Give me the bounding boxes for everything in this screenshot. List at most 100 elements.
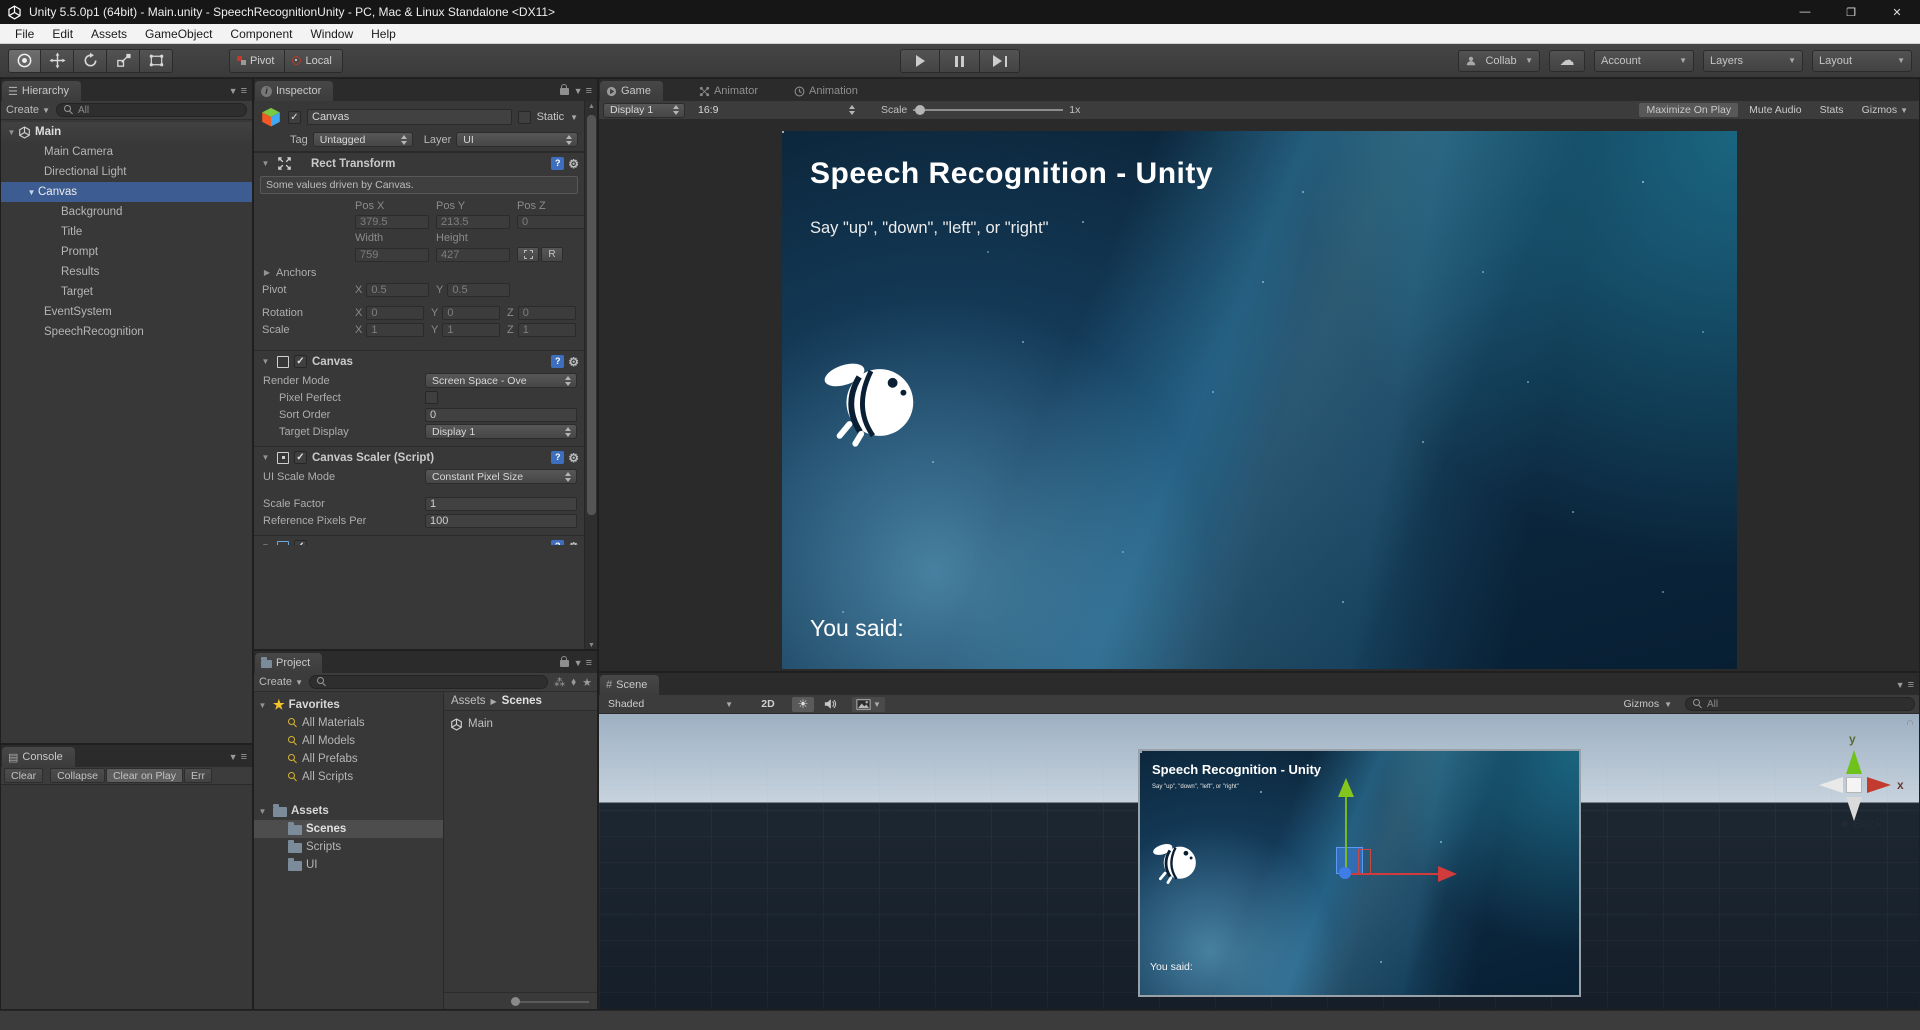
- pos-z-field[interactable]: 0: [517, 215, 591, 229]
- scene-canvas-preview[interactable]: Speech Recognition - Unity Say "up", "do…: [1138, 749, 1581, 997]
- search-by-type-button[interactable]: ⁂: [554, 676, 565, 689]
- active-checkbox[interactable]: ✓: [288, 110, 301, 124]
- tab-hierarchy[interactable]: ☰ Hierarchy: [2, 81, 81, 101]
- hierarchy-item-eventsystem[interactable]: EventSystem: [1, 302, 252, 322]
- gear-icon[interactable]: ⚙: [568, 451, 579, 465]
- pixel-perfect-checkbox[interactable]: ✓: [425, 391, 438, 404]
- help-icon[interactable]: ?: [551, 157, 565, 170]
- tag-dropdown[interactable]: Untagged: [312, 132, 413, 147]
- assets-root[interactable]: ▼ Assets: [254, 802, 443, 820]
- ui-scale-mode-dropdown[interactable]: Constant Pixel Size: [425, 469, 577, 484]
- tab-console[interactable]: ▤ Console: [2, 747, 75, 767]
- minimize-button[interactable]: —: [1782, 0, 1828, 24]
- menu-component[interactable]: Component: [221, 24, 301, 43]
- foldout-icon[interactable]: ▼: [256, 701, 269, 710]
- anchors-foldout[interactable]: Anchors: [276, 267, 316, 279]
- rotate-tool-button[interactable]: [74, 48, 107, 73]
- gizmo-x-axis[interactable]: [1346, 873, 1438, 875]
- scene-audio-button[interactable]: [819, 697, 841, 712]
- tab-inspector[interactable]: i Inspector: [255, 81, 334, 101]
- target-display-dropdown[interactable]: Display 1: [425, 424, 577, 439]
- hierarchy-item-speechrecognition[interactable]: SpeechRecognition: [1, 322, 252, 342]
- hierarchy-item-prompt[interactable]: Prompt: [1, 242, 252, 262]
- foldout-icon[interactable]: ▼: [25, 188, 38, 197]
- maximize-on-play-button[interactable]: Maximize On Play: [1639, 103, 1739, 117]
- static-checkbox[interactable]: ✓: [517, 110, 531, 124]
- pause-button[interactable]: [940, 49, 980, 73]
- cloud-services-button[interactable]: ☁: [1549, 49, 1585, 72]
- scale-y-field[interactable]: 1: [442, 322, 500, 337]
- rotation-y-field[interactable]: 0: [442, 305, 500, 320]
- rect-tool-button[interactable]: [140, 48, 173, 73]
- component-enabled-checkbox[interactable]: ✓: [294, 355, 307, 368]
- menu-file[interactable]: File: [6, 24, 43, 43]
- blueprint-mode-button[interactable]: [517, 247, 539, 262]
- menu-help[interactable]: Help: [362, 24, 405, 43]
- game-gizmos-button[interactable]: Gizmos ▼: [1855, 103, 1915, 117]
- mute-audio-button[interactable]: Mute Audio: [1742, 103, 1809, 117]
- panel-menu-button[interactable]: ▼ ≡: [559, 83, 592, 97]
- scale-x-field[interactable]: 1: [366, 322, 424, 337]
- asset-zoom-slider[interactable]: [444, 992, 597, 1009]
- tab-scene[interactable]: # Scene: [600, 675, 660, 695]
- panel-menu-button[interactable]: ▼ ≡: [229, 751, 247, 763]
- slider-knob[interactable]: [915, 105, 926, 115]
- scene-gizmos-button[interactable]: Gizmos ▼: [1618, 698, 1677, 710]
- pos-y-field[interactable]: 213.5: [436, 215, 510, 229]
- slider-knob[interactable]: [511, 997, 521, 1006]
- console-clear-button[interactable]: Clear: [4, 768, 44, 783]
- shading-mode-dropdown[interactable]: Shaded ▼: [603, 698, 738, 710]
- 2d-toggle-button[interactable]: 2D: [757, 697, 779, 712]
- raw-mode-button[interactable]: R: [541, 247, 563, 262]
- layers-dropdown[interactable]: Layers ▼: [1703, 49, 1803, 72]
- gizmo-y-arrowhead[interactable]: [1338, 778, 1354, 797]
- scene-viewport[interactable]: Speech Recognition - Unity Say "up", "do…: [599, 714, 1919, 1009]
- component-enabled-checkbox[interactable]: ✓: [294, 451, 307, 464]
- asset-main-scene[interactable]: Main: [450, 715, 591, 733]
- folder-scripts[interactable]: Scripts: [254, 838, 443, 856]
- menu-gameobject[interactable]: GameObject: [136, 24, 221, 43]
- favorites-all-prefabs[interactable]: All Prefabs: [254, 750, 443, 768]
- tab-animation[interactable]: Animation: [788, 81, 870, 101]
- play-button[interactable]: [900, 49, 940, 73]
- folder-scenes[interactable]: Scenes: [254, 820, 443, 838]
- display-dropdown[interactable]: Display 1: [603, 102, 685, 118]
- console-collapse-button[interactable]: Collapse: [50, 768, 105, 783]
- gear-icon[interactable]: ⚙: [568, 355, 579, 369]
- gizmo-y-axis[interactable]: [1345, 794, 1347, 874]
- aspect-ratio-dropdown[interactable]: 16:9: [691, 103, 861, 118]
- menu-window[interactable]: Window: [301, 24, 362, 43]
- project-create-button[interactable]: Create ▼: [259, 676, 303, 688]
- maximize-button[interactable]: ❐: [1828, 0, 1874, 24]
- hierarchy-item-main[interactable]: ▼ Main: [1, 122, 252, 142]
- project-search-input[interactable]: [309, 675, 549, 689]
- menu-assets[interactable]: Assets: [82, 24, 136, 43]
- tab-project[interactable]: Project: [255, 653, 323, 673]
- layer-dropdown[interactable]: UI: [456, 132, 578, 147]
- close-button[interactable]: ✕: [1874, 0, 1920, 24]
- neg-x-axis-cone[interactable]: [1819, 777, 1843, 793]
- lock-icon[interactable]: [559, 655, 569, 667]
- sort-order-field[interactable]: 0: [425, 407, 577, 422]
- panel-menu-button[interactable]: ▼ ≡: [559, 655, 592, 669]
- breadcrumb-current[interactable]: Scenes: [502, 695, 542, 707]
- tab-animator[interactable]: Animator: [693, 81, 770, 101]
- gizmo-lock-icon[interactable]: [1905, 724, 1907, 736]
- hierarchy-item-main-camera[interactable]: Main Camera: [1, 142, 252, 162]
- gizmo-origin-handle[interactable]: [1339, 867, 1351, 879]
- rotation-x-field[interactable]: 0: [366, 305, 424, 320]
- lock-icon[interactable]: [559, 83, 569, 95]
- favorites-all-materials[interactable]: All Materials: [254, 714, 443, 732]
- panel-menu-button[interactable]: ▼ ≡: [1896, 679, 1914, 691]
- step-button[interactable]: [980, 49, 1020, 73]
- scale-z-field[interactable]: 1: [517, 322, 576, 337]
- gizmo-x-arrowhead[interactable]: [1438, 866, 1457, 882]
- favorites-root[interactable]: ▼ ★ Favorites: [254, 696, 443, 714]
- hierarchy-item-target[interactable]: Target: [1, 282, 252, 302]
- x-axis-cone[interactable]: [1867, 777, 1891, 793]
- scale-tool-button[interactable]: [107, 48, 140, 73]
- favorites-all-scripts[interactable]: All Scripts: [254, 768, 443, 786]
- foldout-icon[interactable]: ▼: [259, 159, 272, 168]
- inspector-scrollbar[interactable]: ▲ ▼: [584, 101, 597, 649]
- scene-effects-button[interactable]: ▼: [852, 696, 885, 712]
